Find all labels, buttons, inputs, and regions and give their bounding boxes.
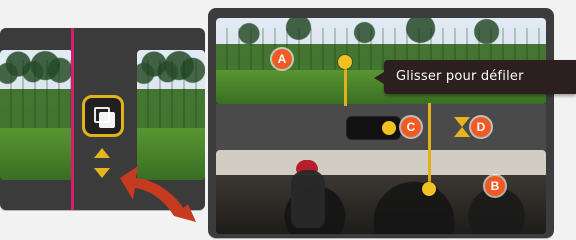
up-arrow-icon [454,127,470,137]
grass-texture [0,128,73,180]
palm-fronds-texture [0,50,73,128]
drag-to-scroll-tooltip: Glisser pour défiler [374,60,576,94]
playhead-handle[interactable] [422,182,436,196]
person-silhouette [291,170,325,228]
playhead-line[interactable] [428,103,431,189]
playhead-handle[interactable] [338,55,352,69]
callout-badge-d: D [471,117,491,137]
scrub-handle[interactable] [346,116,401,140]
playhead-line[interactable] [71,28,74,210]
overlay-icon [99,112,115,128]
curved-pointer-arrow-icon [120,166,196,222]
callout-badge-c: C [401,117,421,137]
callout-badge-a: A [272,49,292,69]
range-arrows-icon[interactable] [454,117,470,137]
down-arrow-icon[interactable] [94,168,110,178]
overlay-button[interactable] [82,95,124,137]
palm-fronds-texture [137,50,205,128]
up-arrow-icon[interactable] [94,148,110,158]
scrub-knob[interactable] [382,121,396,135]
down-arrow-icon [454,117,470,127]
video-clip-thumbnail[interactable] [0,50,73,180]
callout-badge-b: B [485,176,505,196]
